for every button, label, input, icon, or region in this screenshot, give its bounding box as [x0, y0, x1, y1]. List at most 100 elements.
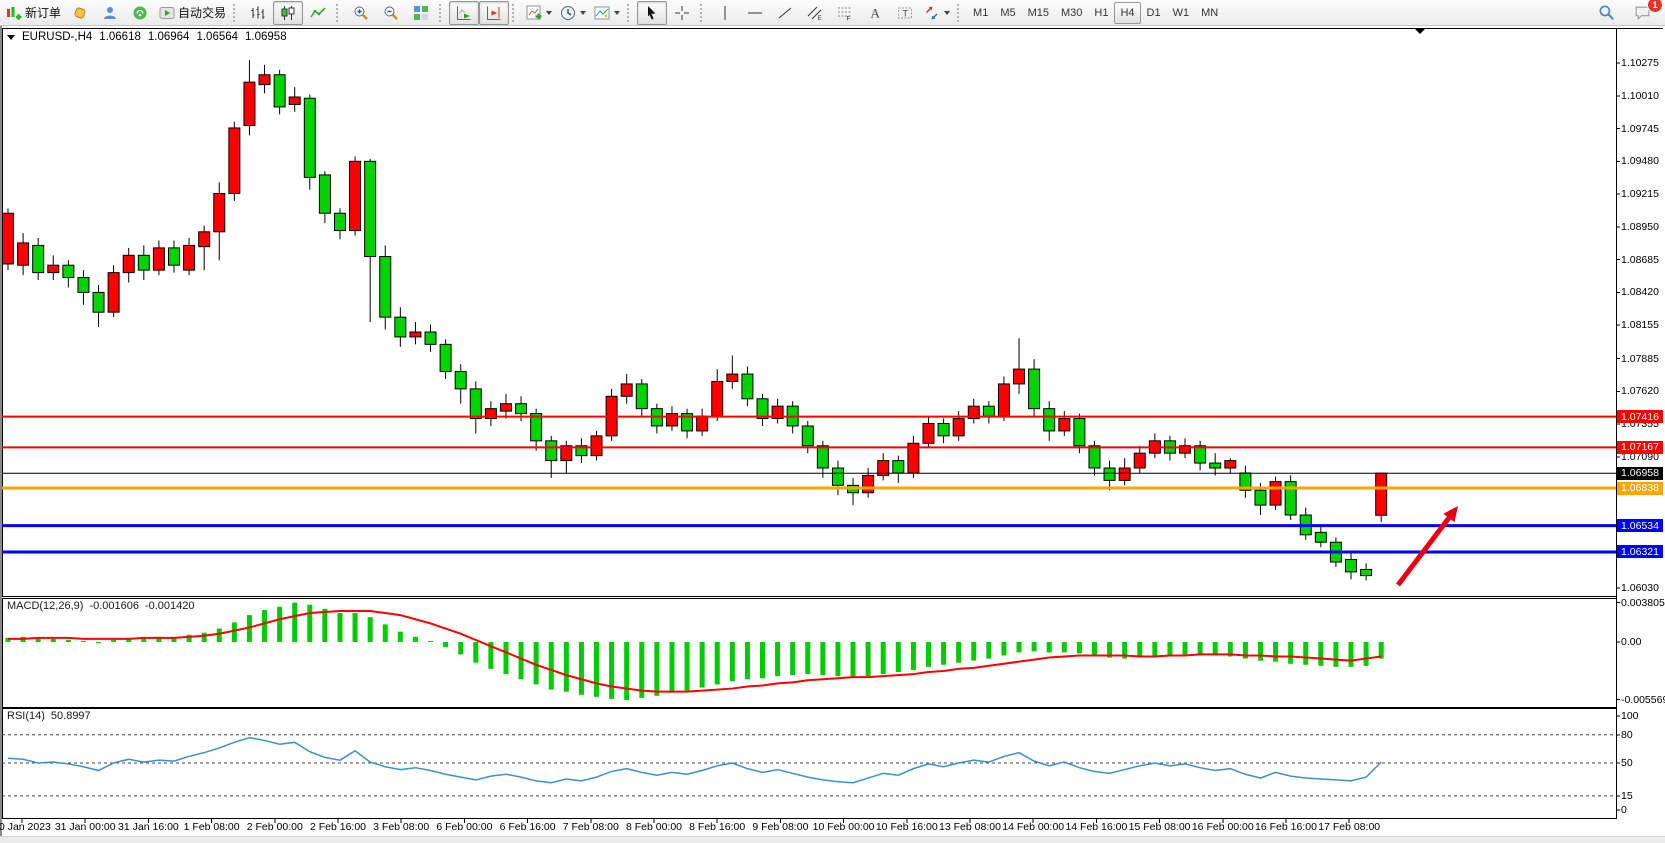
person-cloud-icon: [102, 5, 118, 21]
chat-button[interactable]: 1: [1627, 1, 1657, 25]
svg-text:F: F: [847, 15, 851, 21]
tab-timeframe-m5[interactable]: M5: [994, 2, 1021, 24]
market-watch-button[interactable]: [65, 1, 95, 25]
macd-name: MACD(12,26,9): [7, 600, 83, 612]
y-axis-label: 1.07620: [1621, 385, 1659, 397]
one-click-trading-expander[interactable]: [7, 35, 15, 40]
rsi-name: RSI(14): [7, 710, 45, 722]
zoom-in-button[interactable]: [346, 1, 376, 25]
candle-down: [1044, 409, 1055, 431]
chevron-down-icon: [614, 11, 620, 15]
line-chart-button[interactable]: [303, 1, 333, 25]
zoom-in-icon: [353, 5, 369, 21]
crosshair-icon: [674, 5, 690, 21]
candle-down: [742, 374, 753, 399]
candle-down: [304, 98, 315, 177]
tile-windows-button[interactable]: [406, 1, 436, 25]
text-button[interactable]: A: [860, 1, 890, 25]
indicators-button[interactable]: [522, 1, 556, 25]
chart-scroll-marker[interactable]: [1415, 29, 1425, 34]
candle-down: [63, 265, 74, 277]
trendline-icon: [777, 5, 793, 21]
chart-window: EURUSD-,H4 1.06618 1.06964 1.06564 1.069…: [0, 26, 1665, 842]
fibonacci-button[interactable]: F: [830, 1, 860, 25]
main-toolbar: 新订单 自动交易 E F A T M1 M5 M15 M30 H1 H4 D1 …: [0, 0, 1665, 26]
candle-down: [168, 248, 179, 265]
trendline-button[interactable]: [770, 1, 800, 25]
macd-axis-label: 0.00: [1621, 636, 1641, 648]
candle-down: [1029, 369, 1040, 409]
y-axis-label: 1.10275: [1621, 57, 1659, 69]
community-button[interactable]: [95, 1, 125, 25]
tab-timeframe-m15[interactable]: M15: [1022, 2, 1055, 24]
chevron-down-icon: [580, 11, 586, 15]
price-tag-support: 1.06534: [1617, 519, 1663, 532]
candle-down: [893, 461, 904, 473]
close-value: 1.06958: [245, 31, 287, 43]
candle-down: [1074, 419, 1085, 446]
candle-down: [817, 446, 828, 468]
candle-down: [1361, 569, 1372, 575]
candle-down: [319, 175, 330, 213]
new-order-button[interactable]: 新订单: [2, 1, 65, 25]
horizontal-line-button[interactable]: [740, 1, 770, 25]
candle-up: [666, 414, 677, 426]
candle-down: [983, 406, 994, 416]
toolbar-right-tools: 1: [1591, 1, 1657, 25]
auto-scroll-icon: [456, 5, 472, 21]
line-chart-icon: [310, 5, 326, 21]
crosshair-button[interactable]: [667, 1, 697, 25]
arrow-annotation[interactable]: [1398, 506, 1458, 585]
search-button[interactable]: [1591, 1, 1621, 25]
y-axis-label: 1.10010: [1621, 90, 1659, 102]
text-label-button[interactable]: T: [890, 1, 920, 25]
bar-chart-button[interactable]: [243, 1, 273, 25]
clock-icon: [560, 5, 576, 21]
cursor-icon: [644, 5, 660, 21]
candle-down: [636, 384, 647, 409]
candle-up: [863, 475, 874, 492]
channel-button[interactable]: E: [800, 1, 830, 25]
chart-canvas[interactable]: [0, 26, 1665, 842]
rsi-axis-label: 80: [1621, 729, 1633, 741]
candlestick-chart-button[interactable]: [273, 1, 303, 25]
periods-button[interactable]: [556, 1, 590, 25]
templates-button[interactable]: [590, 1, 624, 25]
rsi-value: 50.8997: [51, 710, 91, 722]
toolbar-gripper: [627, 4, 632, 22]
macd-axis-label: 0.003805: [1621, 597, 1665, 609]
open-value: 1.06618: [99, 31, 141, 43]
gold-nugget-icon: [72, 5, 88, 21]
tab-timeframe-m1[interactable]: M1: [967, 2, 994, 24]
candle-up: [123, 255, 134, 272]
tab-timeframe-mn[interactable]: MN: [1195, 2, 1224, 24]
tab-timeframe-h1[interactable]: H1: [1088, 2, 1114, 24]
tab-timeframe-d1[interactable]: D1: [1141, 2, 1167, 24]
template-icon: [594, 5, 610, 21]
vertical-line-button[interactable]: [710, 1, 740, 25]
tab-timeframe-m30[interactable]: M30: [1055, 2, 1088, 24]
zoom-out-button[interactable]: [376, 1, 406, 25]
toolbar-gripper: [957, 4, 962, 22]
pane-borders: [2, 28, 1663, 819]
signals-button[interactable]: [125, 1, 155, 25]
arrows-button[interactable]: [920, 1, 954, 25]
candle-up: [229, 128, 240, 194]
tab-timeframe-w1[interactable]: W1: [1167, 2, 1196, 24]
auto-scroll-button[interactable]: [449, 1, 479, 25]
autotrading-button[interactable]: 自动交易: [155, 1, 230, 25]
cursor-button[interactable]: [637, 1, 667, 25]
macd-indicator-label: MACD(12,26,9) -0.001606 -0.001420: [7, 600, 195, 612]
tab-timeframe-h4[interactable]: H4: [1114, 2, 1140, 24]
candle-up: [712, 381, 723, 416]
chart-shift-button[interactable]: [479, 1, 509, 25]
chart-shift-icon: [486, 5, 502, 21]
chevron-down-icon: [546, 11, 552, 15]
zoom-out-icon: [383, 5, 399, 21]
candle-down: [802, 426, 813, 446]
autotrading-label: 自动交易: [178, 4, 226, 21]
svg-text:T: T: [903, 8, 909, 18]
candle-down: [425, 332, 436, 344]
candle-down: [33, 245, 44, 272]
window-left-border: [0, 26, 2, 842]
